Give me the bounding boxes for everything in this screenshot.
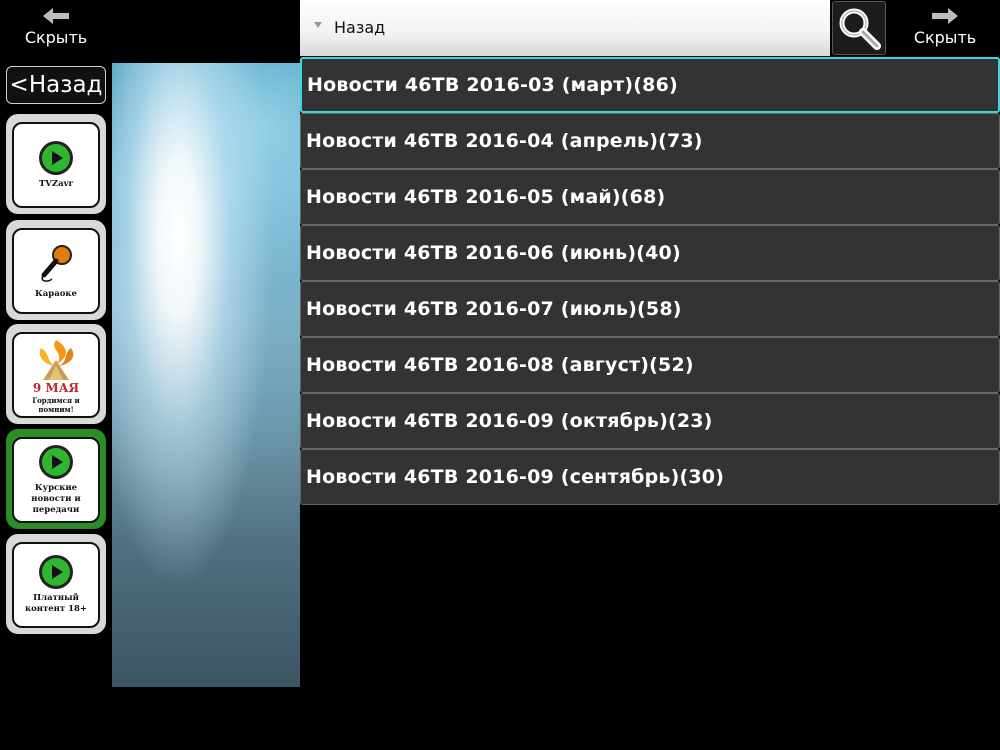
tile-tvzavr-card: TVZavr xyxy=(12,122,100,208)
top-back-label: Назад xyxy=(334,18,386,37)
tile-paid-content[interactable]: Платный контент 18+ xyxy=(6,534,106,634)
tile-kursk-news-card: Курские новости и передачи xyxy=(12,437,100,523)
tile-tvzavr-caption: TVZavr xyxy=(38,178,74,189)
arrow-left-icon xyxy=(43,8,69,24)
list-item[interactable]: Новости 46ТВ 2016-06 (июнь)(40) xyxy=(300,225,1000,281)
play-icon xyxy=(39,140,73,175)
list-item[interactable]: Новости 46ТВ 2016-09 (сентябрь)(30) xyxy=(300,449,1000,505)
chevron-down-icon xyxy=(314,22,322,28)
list-item[interactable]: Новости 46ТВ 2016-08 (август)(52) xyxy=(300,337,1000,393)
tile-kursk-news[interactable]: Курские новости и передачи xyxy=(6,429,106,529)
search-button[interactable] xyxy=(832,1,886,55)
tile-victory-day-title: 9 МАЯ xyxy=(32,381,80,395)
tile-victory-day[interactable]: 9 МАЯ Гордимся и помним! xyxy=(6,324,106,424)
list-item[interactable]: Новости 46ТВ 2016-09 (октябрь)(23) xyxy=(300,393,1000,449)
tile-victory-day-card: 9 МАЯ Гордимся и помним! xyxy=(12,332,100,418)
hide-left-label: Скрыть xyxy=(24,28,88,47)
tile-karaoke-card: Караоке xyxy=(12,228,100,314)
play-icon xyxy=(39,555,73,589)
tile-karaoke-caption: Караоке xyxy=(35,288,77,299)
eternal-flame-icon xyxy=(39,340,74,380)
hide-right-panel-button[interactable]: Скрыть xyxy=(890,0,1000,56)
back-button[interactable]: <Назад xyxy=(6,66,106,104)
arrow-right-icon xyxy=(932,8,958,24)
list-item[interactable]: Новости 46ТВ 2016-04 (апрель)(73) xyxy=(300,113,1000,169)
tile-karaoke[interactable]: Караоке xyxy=(6,220,106,320)
hide-left-panel-button[interactable]: Скрыть xyxy=(0,0,112,60)
search-icon xyxy=(839,8,881,50)
top-back-bar[interactable]: Назад xyxy=(300,0,830,56)
tile-paid-content-card: Платный контент 18+ xyxy=(12,542,100,628)
play-icon xyxy=(39,444,73,479)
tile-victory-day-caption: Гордимся и помним! xyxy=(32,396,80,414)
background-image xyxy=(112,63,300,687)
tile-tvzavr[interactable]: TVZavr xyxy=(6,114,106,214)
hide-right-label: Скрыть xyxy=(913,28,977,47)
microphone-icon xyxy=(41,244,72,282)
tile-kursk-news-caption: Курские новости и передачи xyxy=(31,482,81,515)
list-item[interactable]: Новости 46ТВ 2016-03 (март)(86) xyxy=(300,57,1000,113)
list-item[interactable]: Новости 46ТВ 2016-05 (май)(68) xyxy=(300,169,1000,225)
tile-paid-content-caption: Платный контент 18+ xyxy=(24,593,88,614)
list-item[interactable]: Новости 46ТВ 2016-07 (июль)(58) xyxy=(300,281,1000,337)
